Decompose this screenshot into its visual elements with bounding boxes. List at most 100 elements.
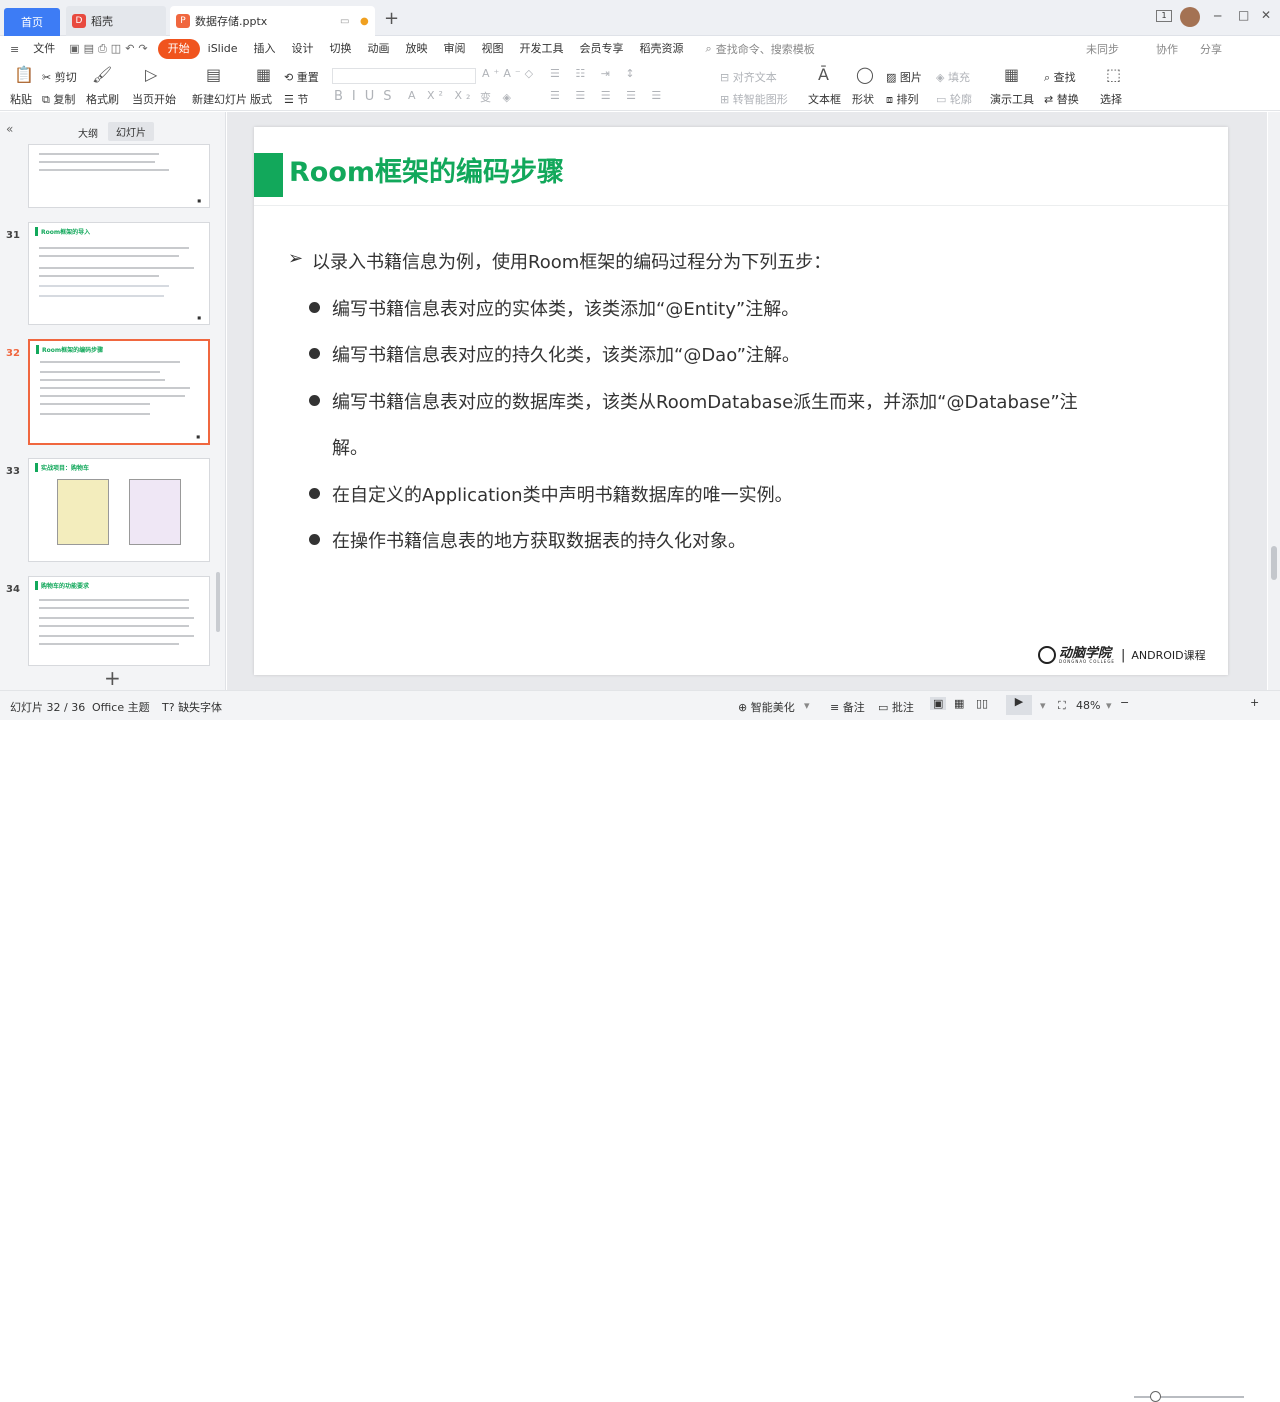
presentation-tools-icon[interactable]: ▦ [1004,65,1019,84]
tab-home[interactable]: 首页 [4,8,60,36]
zoom-dropdown-icon[interactable]: ▾ [1106,699,1112,712]
color-buttons[interactable]: 变 ◈ [480,89,515,105]
reading-view-icon[interactable]: ▯▯ [976,697,988,710]
section-button[interactable]: ☰ 节 [284,91,308,107]
align-text-button[interactable]: ⊟ 对齐文本 [720,69,777,85]
outline-button[interactable]: ▭ 轮廓 [936,91,972,107]
smart-beautify-button[interactable]: ⊕ 智能美化 [738,699,795,715]
theme-name[interactable]: Office 主题 [92,699,150,715]
slide[interactable]: Room框架的编码步骤 ➢ 以录入书籍信息为例，使用Room框架的编码过程分为下… [254,127,1228,675]
zoom-slider-handle[interactable] [1150,1391,1161,1402]
comment-button[interactable]: ▭ 批注 [878,699,914,715]
reset-button[interactable]: ⟲ 重置 [284,69,319,85]
bullet-text-5[interactable]: 在操作书籍信息表的地方获取数据表的持久化对象。 [332,527,746,553]
font-size-controls[interactable]: A⁺A⁻◇ [482,67,537,80]
intro-text[interactable]: 以录入书籍信息为例，使用Room框架的编码过程分为下列五步： [312,248,831,274]
tab-docer[interactable]: D 稻壳 [66,6,166,36]
menu-insert[interactable]: 插入 [246,39,284,59]
arrange-button[interactable]: ⧈ 排列 [886,91,919,107]
picture-button[interactable]: ▨ 图片 [886,69,922,85]
tab-outline[interactable]: 大纲 [78,125,98,140]
menu-view[interactable]: 视图 [474,39,512,59]
slide-title[interactable]: Room框架的编码步骤 [289,150,564,189]
new-slide-icon[interactable]: ▤ [206,65,221,84]
slide-thumb-33[interactable]: 实战项目：购物车 [28,458,210,562]
avatar[interactable] [1180,7,1200,27]
new-slide-button[interactable]: 新建幻灯片 [192,91,247,107]
scroll-thumb[interactable] [1271,546,1277,580]
hamburger-icon[interactable]: ≡ [0,43,25,56]
slide-thumb-32[interactable]: Room框架的编码步骤 ■ [28,339,210,445]
bullet-text-3-wrap[interactable]: 解。 [332,434,368,460]
normal-view-icon[interactable]: ▣ [930,697,947,710]
play-slideshow-icon[interactable]: ▶ [1006,695,1032,715]
shape-button[interactable]: 形状 [852,91,874,107]
start-from-current-button[interactable]: 当页开始 [132,91,176,107]
layout-button[interactable]: 版式 [250,91,272,107]
missing-font-button[interactable]: T? 缺失字体 [162,699,222,715]
menu-design[interactable]: 设计 [284,39,322,59]
fit-icon[interactable]: ⛶ [1058,699,1066,713]
format-painter-button[interactable]: 格式刷 [86,91,119,107]
format-painter-icon[interactable]: 🖌 [92,65,112,84]
tab-document[interactable]: P 数据存储.pptx ▭ ● [170,6,375,36]
select-button[interactable]: 选择 [1100,91,1122,107]
beautify-dropdown-icon[interactable]: ▾ [804,699,810,712]
menu-file[interactable]: 文件 [25,39,63,59]
collapse-icon[interactable]: « [6,122,13,136]
bullet-text-3[interactable]: 编写书籍信息表对应的数据库类，该类从RoomDatabase派生而来，并添加“@… [332,388,1078,414]
menu-animation[interactable]: 动画 [360,39,398,59]
menu-review[interactable]: 审阅 [436,39,474,59]
zoom-level[interactable]: 48% [1076,699,1100,712]
collaborate-button[interactable]: 协作 [1156,41,1178,57]
menu-member[interactable]: 会员专享 [572,39,632,59]
slide-thumb-31[interactable]: Room框架的导入 ■ [28,222,210,325]
minimize-icon[interactable]: ─ [1214,9,1221,23]
find-button[interactable]: ⌕ 查找 [1044,69,1076,85]
menu-developer[interactable]: 开发工具 [512,39,572,59]
paste-button[interactable]: 粘贴 [10,91,32,107]
list-buttons[interactable]: ☰ ☷ ⇥ ↕ [550,67,641,80]
sorter-view-icon[interactable]: ▦ [954,697,964,710]
zoom-out-icon[interactable]: − [1120,696,1129,709]
notes-button[interactable]: ≡ 备注 [830,699,865,715]
shape-icon[interactable]: ◯ [856,65,874,84]
menu-start[interactable]: 开始 [157,39,200,59]
play-icon[interactable]: ▷ [145,65,157,84]
tab-slides[interactable]: 幻灯片 [108,122,154,141]
window-count-badge[interactable]: 1 [1156,10,1172,22]
menu-islide[interactable]: iSlide [200,39,246,59]
command-search[interactable]: 查找命令、搜索模板 [716,41,815,57]
close-icon[interactable]: ✕ [1261,8,1271,22]
menu-transition[interactable]: 切换 [322,39,360,59]
select-icon[interactable]: ⬚ [1106,65,1121,84]
script-buttons[interactable]: A X² X₂ [408,89,474,102]
canvas-scrollbar[interactable] [1268,112,1280,690]
bullet-text-1[interactable]: 编写书籍信息表对应的实体类，该类添加“@Entity”注解。 [332,295,799,321]
monitor-icon[interactable]: ▭ [340,16,349,27]
paste-icon[interactable]: 📋 [14,65,34,84]
new-tab-button[interactable]: + [384,8,399,29]
add-slide-button[interactable]: + [104,666,121,690]
replace-button[interactable]: ⇄ 替换 [1044,91,1079,107]
bullet-text-2[interactable]: 编写书籍信息表对应的持久化类，该类添加“@Dao”注解。 [332,341,800,367]
menu-slideshow[interactable]: 放映 [398,39,436,59]
presentation-tools-button[interactable]: 演示工具 [990,91,1034,107]
quick-access-icons[interactable]: ▣▤⎙◫↶↷ [63,42,157,56]
share-button[interactable]: 分享 [1200,41,1222,57]
sync-status[interactable]: 未同步 [1086,41,1119,57]
slide-thumb-34[interactable]: 购物车的功能要求 [28,576,210,666]
textbox-button[interactable]: 文本框 [808,91,841,107]
align-buttons[interactable]: ☰ ☰ ☰ ☰ ☰ [550,89,667,102]
font-family-select[interactable] [332,68,476,84]
zoom-in-icon[interactable]: + [1250,696,1259,709]
cut-button[interactable]: ✂ 剪切 [42,69,77,85]
copy-button[interactable]: ⧉ 复制 [42,91,75,107]
textbox-icon[interactable]: Ā [818,65,829,84]
text-style-buttons[interactable]: BIUS [334,89,401,104]
menu-docer-resources[interactable]: 稻壳资源 [632,39,692,59]
bullet-text-4[interactable]: 在自定义的Application类中声明书籍数据库的唯一实例。 [332,481,793,507]
panel-scrollbar[interactable] [216,572,220,632]
maximize-icon[interactable]: □ [1238,8,1249,22]
slide-thumb-30[interactable]: ■ [28,144,210,208]
